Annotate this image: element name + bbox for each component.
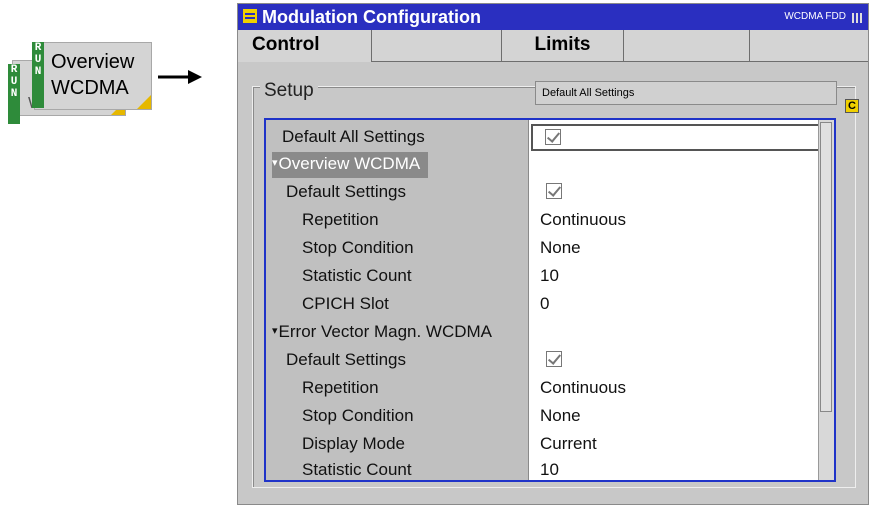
evm-statistic-count-value[interactable]: 10 (540, 456, 559, 480)
softkey-label-line2: WCDMA (51, 77, 129, 99)
table-row[interactable]: Stop Condition None (266, 234, 820, 262)
table-row[interactable]: Default Settings (266, 346, 820, 374)
table-row[interactable]: Repetition Continuous (266, 374, 820, 402)
softkey-overview-wcdma[interactable]: Overview WCDMA (34, 42, 152, 110)
overview-statistic-count-label: Statistic Count (302, 266, 412, 285)
window-title: Modulation Configuration (262, 7, 481, 27)
tab-empty-2[interactable] (624, 30, 750, 62)
evm-display-mode-value[interactable]: Current (540, 430, 597, 458)
hint-box: Default All Settings (535, 81, 837, 105)
tab-empty-3[interactable] (750, 30, 868, 62)
evm-stop-condition-value[interactable]: None (540, 402, 581, 430)
run-badge: RUN (32, 42, 44, 108)
modulation-configuration-window: Modulation Configuration WCDMA FDD Contr… (237, 3, 869, 505)
scrollbar-thumb[interactable] (820, 122, 832, 412)
tab-control-label: Control (252, 34, 320, 55)
run-badge-back: RUN (8, 64, 20, 124)
setup-group-title: Setup (260, 80, 318, 102)
evm-stop-condition-label: Stop Condition (302, 406, 414, 425)
evm-default-settings-label: Default Settings (286, 350, 407, 369)
tab-empty-1[interactable] (372, 30, 502, 62)
overview-statistic-count-value[interactable]: 10 (540, 262, 559, 290)
tab-control[interactable]: Control (238, 30, 372, 62)
softkey-label-line1: Overview (51, 51, 135, 73)
evm-repetition-label: Repetition (302, 378, 379, 397)
overview-repetition-label: Repetition (302, 210, 379, 229)
evm-default-settings-checkbox[interactable] (546, 351, 562, 367)
table-row[interactable]: CPICH Slot 0 (266, 290, 820, 318)
table-row[interactable]: Statistic Count 10 (266, 262, 820, 290)
group-overview-wcdma[interactable]: Overview WCDMA (266, 150, 820, 178)
evm-repetition-value[interactable]: Continuous (540, 374, 626, 402)
group-overview-label: Overview WCDMA (272, 152, 429, 178)
overview-default-settings-checkbox[interactable] (546, 183, 562, 199)
overview-default-settings-label: Default Settings (286, 182, 407, 201)
default-all-cell[interactable] (531, 124, 833, 151)
menu-icon[interactable] (243, 9, 257, 23)
overview-stop-condition-label: Stop Condition (302, 238, 414, 257)
group-error-vector-magnitude[interactable]: Error Vector Magn. WCDMA (266, 318, 820, 346)
overview-cpich-slot-label: CPICH Slot (302, 294, 389, 313)
vertical-scrollbar[interactable] (818, 120, 834, 480)
tab-bar: Control Limits (238, 30, 868, 62)
title-bar: Modulation Configuration WCDMA FDD (238, 4, 868, 30)
c-button[interactable]: C (845, 99, 859, 113)
table-row[interactable]: Display Mode Current (266, 430, 820, 458)
group-evm-label: Error Vector Magn. WCDMA (272, 318, 493, 348)
table-row[interactable]: Repetition Continuous (266, 206, 820, 234)
settings-table: Default All Settings Overview WCDMA Defa… (264, 118, 836, 482)
window-grip-icon (852, 13, 864, 23)
tab-limits[interactable]: Limits (502, 30, 624, 62)
evm-display-mode-label: Display Mode (302, 434, 405, 453)
overview-cpich-slot-value[interactable]: 0 (540, 290, 549, 318)
tab-limits-label: Limits (534, 34, 591, 55)
table-row[interactable]: Default Settings (266, 178, 820, 206)
default-all-checkbox[interactable] (545, 129, 561, 145)
evm-statistic-count-label: Statistic Count (302, 460, 412, 479)
overview-repetition-value[interactable]: Continuous (540, 206, 626, 234)
arrow-right-icon (158, 70, 202, 84)
softkey-corner-accent (137, 95, 151, 109)
table-row[interactable]: Statistic Count 10 (266, 456, 820, 480)
mode-label: WCDMA FDD (784, 11, 846, 22)
default-all-label: Default All Settings (282, 127, 425, 146)
overview-stop-condition-value[interactable]: None (540, 234, 581, 262)
table-row[interactable]: Stop Condition None (266, 402, 820, 430)
